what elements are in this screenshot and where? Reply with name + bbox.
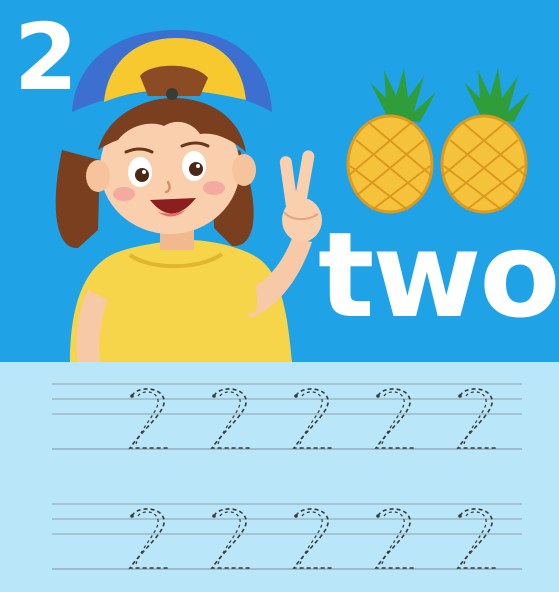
trace-start-dot	[376, 514, 380, 518]
ear-right	[232, 154, 256, 186]
trace-start-dot	[294, 514, 298, 518]
tracing-practice-area	[0, 362, 559, 592]
practice-background	[0, 362, 559, 592]
eye-right-shine	[196, 164, 200, 168]
trace-start-dot	[212, 394, 216, 398]
trace-start-dot	[212, 514, 216, 518]
trace-start-dot	[458, 394, 462, 398]
eye-left-pupil	[135, 168, 149, 182]
illustration-panel: 2 two	[0, 0, 559, 362]
trace-start-dot	[458, 514, 462, 518]
ear-left	[86, 160, 110, 192]
trace-start-dot	[376, 394, 380, 398]
tracing-canvas	[0, 362, 559, 592]
eye-left-shine	[142, 170, 146, 174]
trace-start-dot	[294, 394, 298, 398]
big-number: 2	[14, 4, 79, 111]
cheek-right	[203, 181, 225, 195]
number-worksheet: 2 two	[0, 0, 559, 592]
number-word: two	[318, 206, 559, 344]
cheek-left	[113, 187, 135, 201]
trace-start-dot	[130, 514, 134, 518]
eye-right-pupil	[189, 162, 203, 176]
trace-start-dot	[130, 394, 134, 398]
cap-button	[166, 88, 178, 100]
